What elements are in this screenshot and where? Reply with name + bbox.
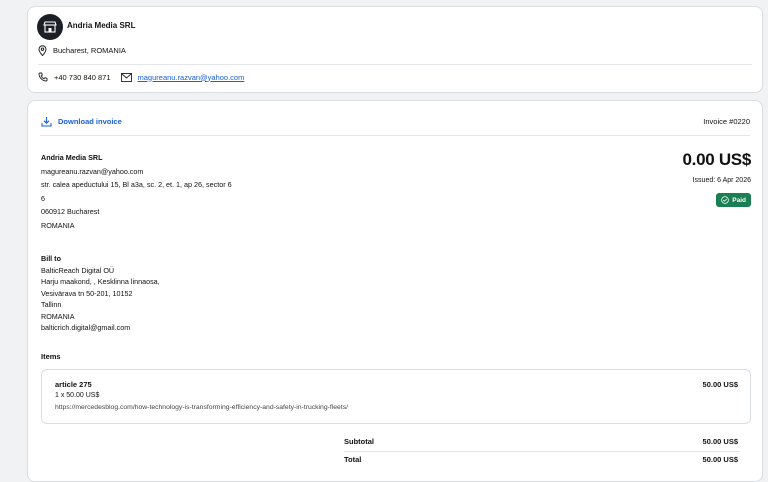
bill-to-line: Vesivärava tn 50-201, 10152	[41, 288, 133, 298]
invoice-card: Download invoice Invoice #0220 Andria Me…	[27, 100, 763, 482]
download-invoice-button[interactable]: Download invoice	[41, 116, 122, 127]
phone-icon	[38, 72, 48, 82]
bill-to-line: balticrich.digital@gmail.com	[41, 323, 131, 332]
item-quantity: 1 x 50.00 US$	[55, 392, 100, 399]
item-description: https://mercedesblog.com/how-technology-…	[55, 404, 349, 411]
location-pin-icon	[38, 45, 47, 56]
download-invoice-label: Download invoice	[58, 117, 122, 126]
items-heading: Items	[41, 352, 61, 361]
bill-to-line: ROMANIA	[41, 311, 75, 321]
bill-to-line: Harju maakond, , Kesklinna linnaosa,	[41, 277, 160, 286]
bill-to-line: BalticReach Digital OÜ	[41, 265, 115, 275]
bill-to: Bill to BalticReach Digital OÜ Harju maa…	[41, 253, 160, 334]
status-label: Paid	[732, 196, 746, 204]
vendor-email-link[interactable]: magureanu.razvan@yahoo.com	[138, 73, 245, 82]
invoice-number: Invoice #0220	[703, 117, 750, 126]
store-logo-icon	[37, 14, 63, 40]
seller-line: 6	[41, 193, 45, 203]
issued-date: Issued: 6 Apr 2026	[692, 177, 751, 184]
seller-line: 060912 Bucharest	[41, 207, 100, 217]
vendor-phone: +40 730 840 871	[54, 72, 111, 82]
check-circle-icon	[721, 196, 730, 204]
invoice-amount: 0.00 US$	[682, 150, 752, 169]
vendor-name: Andria Media SRL	[67, 21, 136, 30]
item-price: 50.00 US$	[702, 380, 738, 389]
divider	[344, 451, 740, 452]
bill-to-heading: Bill to	[41, 254, 61, 263]
divider	[40, 135, 750, 136]
status-badge: Paid	[716, 193, 751, 207]
subtotal-value: 50.00 US$	[702, 437, 738, 446]
seller-line: magureanu.razvan@yahoo.com	[41, 166, 144, 176]
seller-line: ROMANIA	[41, 220, 75, 230]
item-name: article 275	[55, 380, 92, 389]
seller-details: Andria Media SRL magureanu.razvan@yahoo.…	[41, 151, 232, 233]
vendor-location-text: Bucharest, ROMANIA	[53, 46, 126, 55]
list-item: article 275 1 x 50.00 US$ https://merced…	[41, 369, 751, 424]
download-icon	[41, 117, 52, 127]
seller-line: str. calea apeductului 15, Bl a3a, sc. 2…	[41, 180, 232, 190]
vendor-contact: +40 730 840 871 magureanu.razvan@yahoo.c…	[38, 72, 244, 82]
mail-icon	[120, 72, 132, 82]
divider	[38, 64, 752, 65]
seller-name: Andria Media SRL	[41, 153, 103, 162]
subtotal-label: Subtotal	[344, 437, 374, 446]
vendor-card: Andria Media SRL Bucharest, ROMANIA +40 …	[27, 6, 763, 93]
vendor-location: Bucharest, ROMANIA	[38, 45, 126, 56]
bill-to-line: Tallinn	[41, 300, 62, 309]
